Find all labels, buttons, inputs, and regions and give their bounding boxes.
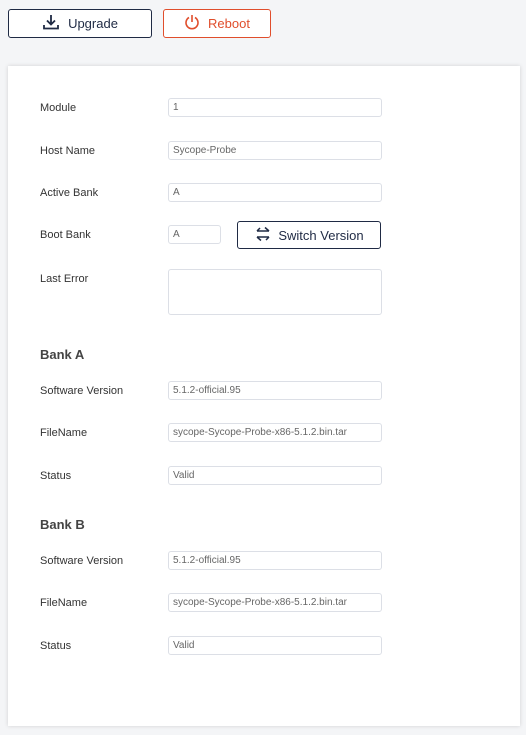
bank-b-filename-field[interactable]: sycope-Sycope-Probe-x86-5.1.2.bin.tar	[168, 593, 382, 612]
bank-b-status-field[interactable]: Valid	[168, 636, 382, 655]
last-error-field[interactable]	[168, 269, 382, 315]
boot-bank-label: Boot Bank	[40, 229, 91, 241]
module-label: Module	[40, 102, 77, 114]
upgrade-button[interactable]: Upgrade	[8, 9, 152, 38]
download-icon	[42, 14, 60, 33]
bank-b-software-version-label: Software Version	[40, 555, 124, 567]
bank-a-status-label: Status	[40, 470, 72, 482]
upgrade-label: Upgrade	[68, 16, 118, 31]
module-field[interactable]: 1	[168, 98, 382, 117]
bank-a-title: Bank A	[40, 347, 85, 362]
hostname-label: Host Name	[40, 145, 96, 157]
bank-b-filename-label: FileName	[40, 597, 88, 609]
last-error-label: Last Error	[40, 273, 89, 285]
active-bank-field[interactable]: A	[168, 183, 382, 202]
bank-a-filename-label: FileName	[40, 427, 88, 439]
hostname-field[interactable]: Sycope-Probe	[168, 141, 382, 160]
bank-b-title: Bank B	[40, 517, 85, 532]
reboot-label: Reboot	[208, 16, 250, 31]
bank-b-status-label: Status	[40, 640, 72, 652]
active-bank-label: Active Bank	[40, 187, 99, 199]
bank-a-software-version-field[interactable]: 5.1.2-official.95	[168, 381, 382, 400]
bank-a-status-field[interactable]: Valid	[168, 466, 382, 485]
bank-a-software-version-label: Software Version	[40, 385, 124, 397]
switch-version-label: Switch Version	[278, 227, 364, 243]
system-panel: Module 1 Host Name Sycope-Probe Active B…	[8, 66, 520, 726]
switch-arrows-icon	[254, 226, 272, 245]
reboot-button[interactable]: Reboot	[163, 9, 271, 38]
switch-version-button[interactable]: Switch Version	[237, 221, 381, 249]
bank-a-filename-field[interactable]: sycope-Sycope-Probe-x86-5.1.2.bin.tar	[168, 423, 382, 442]
bank-b-software-version-field[interactable]: 5.1.2-official.95	[168, 551, 382, 570]
boot-bank-field[interactable]: A	[168, 225, 221, 244]
power-icon	[184, 14, 200, 33]
